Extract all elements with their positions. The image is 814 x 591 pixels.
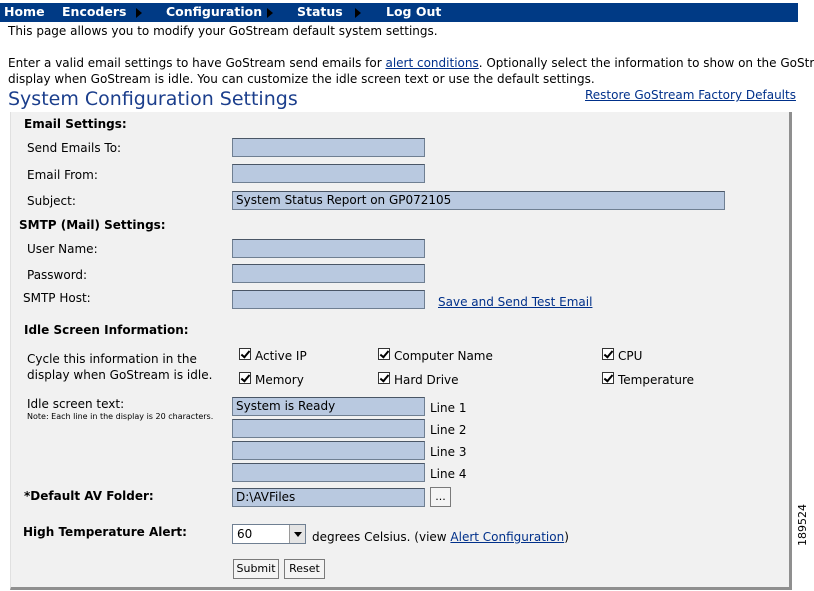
temperature-units-text: degrees Celsius. (view Alert Configurati… — [312, 530, 569, 544]
smtp-host-label: SMTP Host: — [23, 291, 91, 305]
user-name-label: User Name: — [27, 242, 98, 256]
nav-encoders[interactable]: Encoders — [62, 4, 126, 19]
computer-name-checkbox[interactable] — [378, 348, 390, 360]
idle-screen-heading: Idle Screen Information: — [24, 323, 189, 337]
chevron-down-icon[interactable] — [289, 525, 305, 543]
idle-line-4-label: Line 4 — [430, 467, 467, 481]
nav-home[interactable]: Home — [4, 4, 45, 19]
idle-line-3-input[interactable] — [232, 441, 425, 460]
idle-line-2-input[interactable] — [232, 419, 425, 438]
idle-screen-text-note: Note: Each line in the display is 20 cha… — [27, 412, 214, 421]
page-title: System Configuration Settings — [8, 88, 298, 110]
password-input[interactable] — [232, 264, 425, 283]
active-ip-label: Active IP — [255, 349, 307, 363]
browse-folder-button[interactable]: ... — [430, 487, 451, 507]
intro-line-2-text-end: . Optionally select the information to s… — [478, 56, 814, 70]
idle-line-4-input[interactable] — [232, 463, 425, 482]
intro-line-2-text: Enter a valid email settings to have GoS… — [8, 56, 386, 70]
temperature-select[interactable]: 60 — [232, 524, 306, 544]
memory-checkbox[interactable] — [239, 372, 251, 384]
smtp-host-input[interactable] — [232, 290, 425, 309]
send-emails-to-input[interactable] — [232, 138, 425, 157]
memory-label: Memory — [255, 373, 304, 387]
degrees-celsius-text: degrees Celsius. (view — [312, 530, 451, 544]
default-av-folder-label: *Default AV Folder: — [24, 489, 154, 503]
save-send-test-email-link[interactable]: Save and Send Test Email — [438, 295, 592, 309]
close-paren-text: ) — [564, 530, 569, 544]
intro-line-1: This page allows you to modify your GoSt… — [8, 24, 438, 38]
password-label: Password: — [27, 268, 88, 282]
idle-line-1-label: Line 1 — [430, 401, 467, 415]
email-settings-heading: Email Settings: — [24, 117, 127, 131]
intro-line-3: display when GoStream is idle. You can c… — [8, 72, 595, 86]
alert-configuration-link[interactable]: Alert Configuration — [450, 530, 564, 544]
cycle-info-label-line-1: Cycle this information in the — [27, 352, 197, 366]
nav-log-out[interactable]: Log Out — [386, 4, 441, 19]
cpu-label: CPU — [618, 349, 643, 363]
high-temperature-alert-label: High Temperature Alert: — [23, 525, 187, 539]
figure-id-text: 189524 — [796, 504, 809, 546]
subject-input[interactable]: System Status Report on GP072105 — [232, 191, 725, 210]
hard-drive-label: Hard Drive — [394, 373, 459, 387]
send-emails-to-label: Send Emails To: — [27, 141, 122, 155]
hard-drive-checkbox[interactable] — [378, 372, 390, 384]
temperature-checkbox[interactable] — [602, 372, 614, 384]
active-ip-checkbox[interactable] — [239, 348, 251, 360]
idle-line-1-input[interactable]: System is Ready — [232, 397, 425, 416]
temperature-select-value: 60 — [237, 527, 253, 541]
top-nav-bar: Home Encoders Configuration Status Log O… — [0, 3, 798, 22]
nav-configuration[interactable]: Configuration — [166, 4, 262, 19]
idle-line-3-label: Line 3 — [430, 445, 467, 459]
temperature-label: Temperature — [618, 373, 695, 387]
user-name-input[interactable] — [232, 239, 425, 258]
default-av-folder-input[interactable]: D:\AVFiles — [232, 488, 425, 507]
nav-status[interactable]: Status — [297, 4, 343, 19]
chevron-right-icon[interactable] — [267, 8, 273, 18]
chevron-right-icon[interactable] — [355, 8, 361, 18]
subject-label: Subject: — [27, 194, 76, 208]
reset-button[interactable]: Reset — [284, 559, 325, 579]
restore-defaults-link[interactable]: Restore GoStream Factory Defaults — [585, 88, 796, 102]
cycle-info-label-line-2: display when GoStream is idle. — [27, 368, 213, 382]
email-from-input[interactable] — [232, 164, 425, 183]
alert-conditions-link[interactable]: alert conditions — [385, 56, 478, 70]
chevron-right-icon[interactable] — [136, 8, 142, 18]
idle-line-2-label: Line 2 — [430, 423, 467, 437]
email-from-label: Email From: — [27, 168, 98, 182]
cpu-checkbox[interactable] — [602, 348, 614, 360]
intro-line-2: Enter a valid email settings to have GoS… — [8, 56, 814, 70]
smtp-settings-heading: SMTP (Mail) Settings: — [19, 218, 166, 232]
idle-screen-text-label: Idle screen text: — [27, 397, 125, 411]
computer-name-label: Computer Name — [394, 349, 493, 363]
submit-button[interactable]: Submit — [233, 559, 279, 579]
